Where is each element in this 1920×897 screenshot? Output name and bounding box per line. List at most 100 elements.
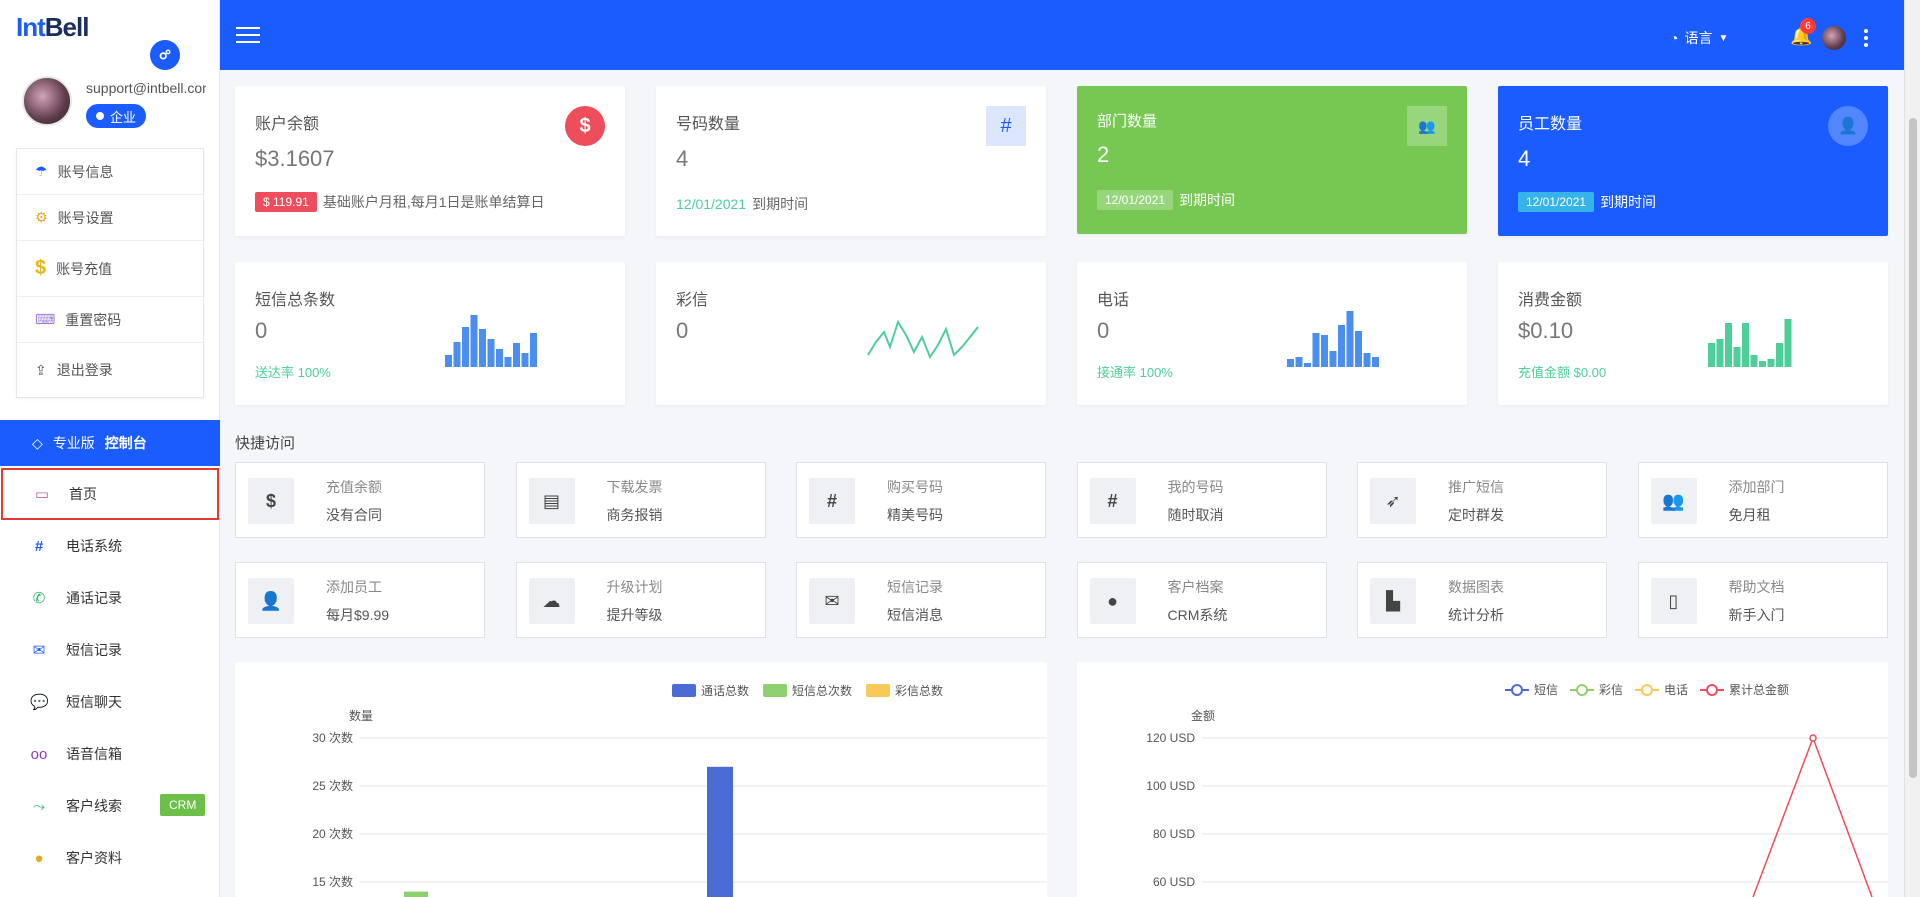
quick-access-sublabel: 提升等级 <box>606 607 663 623</box>
sparkline-bar <box>453 342 461 367</box>
nav-item-sms-chat[interactable]: 💬 短信聊天 <box>0 676 220 728</box>
invoice-icon: ▤ <box>528 478 575 524</box>
legend-marker <box>1641 684 1653 696</box>
quick-access-label: 数据图表 <box>1448 579 1504 595</box>
sparkline-bar <box>1321 335 1328 367</box>
more-options-icon[interactable] <box>1864 29 1868 47</box>
nav-item-home[interactable]: ▭ 首页 <box>1 468 219 520</box>
departments-card[interactable]: 部门数量 2 👥 12/01/2021 到期时间 <box>1077 86 1467 234</box>
quick-access-item[interactable]: ☁ 升级计划 提升等级 <box>515 562 766 638</box>
sparkline-bar <box>1295 357 1303 367</box>
dollar-icon: $ <box>248 478 294 524</box>
menu-account-info[interactable]: ☂ 账号信息 <box>17 149 203 195</box>
series-point[interactable] <box>1809 734 1817 742</box>
legend-label: 彩信总数 <box>895 683 943 698</box>
spend-card[interactable]: 消费金额 $0.10 充值金额 $0.00 <box>1498 262 1888 405</box>
diamond-icon: ◇ <box>32 434 43 451</box>
gears-icon: ⚙ <box>35 209 48 225</box>
nav-item-phone-system[interactable]: # 电话系统 <box>0 520 220 572</box>
menu-logout[interactable]: ⇪ 退出登录 <box>17 343 203 397</box>
page-scrollbar[interactable] <box>1904 0 1920 897</box>
y-tick-label: 25 次数 <box>312 778 353 793</box>
quick-access-label: 下载发票 <box>606 479 663 495</box>
quick-access-item[interactable]: 👤 添加员工 每月$9.99 <box>235 562 485 638</box>
logo[interactable]: IntBell <box>16 12 89 43</box>
sparkline-bar <box>445 355 452 367</box>
quick-access-item[interactable]: # 我的号码 随时取消 <box>1076 462 1327 538</box>
numbers-card[interactable]: 号码数量 4 # 12/01/2021 到期时间 <box>656 86 1046 236</box>
hamburger-menu-icon[interactable] <box>236 27 260 43</box>
sparkline-bar <box>1372 357 1379 367</box>
sidebar: IntBell support@intbell.com 企业 ☂ 账号信息 ⚙ … <box>0 0 220 897</box>
avatar[interactable] <box>22 76 72 126</box>
quick-access-item[interactable]: ● 客户档案 CRM系统 <box>1076 562 1327 638</box>
legend-swatch[interactable] <box>672 684 696 697</box>
sms-total-card[interactable]: 短信总条数 0 送达率 100% <box>235 262 625 405</box>
sparkline-bar <box>1716 339 1724 367</box>
quick-access-item[interactable]: $ 充值余额 没有合同 <box>235 462 485 538</box>
envelope-icon: ✉ <box>32 642 46 659</box>
voicemail-icon: oo <box>30 745 48 763</box>
mms-card[interactable]: 彩信 0 <box>656 262 1046 405</box>
user-avatar[interactable] <box>1822 26 1846 50</box>
language-selector[interactable]: ◔ 语言 ▼ <box>1670 28 1728 48</box>
globe-icon: ◔ <box>1670 30 1679 46</box>
sparkline-bar <box>1708 343 1715 367</box>
quick-access-item[interactable]: 👥 添加部门 免月租 <box>1637 462 1888 538</box>
quick-access-sublabel: 随时取消 <box>1167 507 1224 523</box>
legend-swatch[interactable] <box>866 684 890 697</box>
legend-marker <box>1511 684 1523 696</box>
chart-bar[interactable] <box>707 766 733 897</box>
cloud-icon: ☁ <box>528 578 575 624</box>
keyboard-icon: ⌨ <box>35 311 56 327</box>
nav-item-call-records[interactable]: ✆ 通话记录 <box>0 572 220 624</box>
phone-card[interactable]: 电话 0 接通率 100% <box>1077 262 1467 405</box>
quick-access-label: 推广短信 <box>1448 479 1504 495</box>
quick-access-item[interactable]: ✉ 短信记录 短信消息 <box>796 562 1046 638</box>
users-icon: 👥 <box>1650 478 1697 524</box>
menu-account-recharge[interactable]: $ 账号充值 <box>17 241 203 297</box>
badge-dot-icon <box>96 112 104 120</box>
legend-marker <box>1576 684 1588 696</box>
employees-card[interactable]: 员工数量 4 👤 12/01/2021 到期时间 <box>1498 86 1888 236</box>
y-tick-label: 120 USD <box>1146 731 1195 745</box>
menu-reset-password[interactable]: ⌨ 重置密码 <box>17 297 203 343</box>
quick-access-sublabel: 精美号码 <box>887 507 943 523</box>
quick-access-item[interactable]: ▤ 下载发票 商务报销 <box>515 462 766 538</box>
series-line[interactable] <box>1752 735 1873 897</box>
nav-item-sms-records[interactable]: ✉ 短信记录 <box>0 624 220 676</box>
quick-access-label: 我的号码 <box>1167 479 1224 495</box>
nav-item-voicemail[interactable]: oo 语音信箱 <box>0 728 220 780</box>
settings-gear-button[interactable] <box>150 40 180 70</box>
quick-access-item[interactable]: # 购买号码 精美号码 <box>796 462 1046 538</box>
quick-access-label: 添加部门 <box>1728 479 1785 495</box>
quick-access-item[interactable]: ➶ 推广短信 定时群发 <box>1357 462 1607 538</box>
bar-chart-icon: ▙ <box>1370 578 1416 624</box>
sparkline-bar <box>1750 355 1758 367</box>
sparkline-bar <box>1312 333 1320 367</box>
nav-item-customers[interactable]: ● 客户资料 <box>0 832 220 884</box>
y-axis-label: 金额 <box>1191 708 1215 723</box>
quick-access-sublabel: 短信消息 <box>887 607 943 623</box>
legend-label: 通话总数 <box>701 683 749 698</box>
quick-access-label: 购买号码 <box>887 479 943 495</box>
y-tick-label: 15 次数 <box>312 874 353 889</box>
nav-item-leads[interactable]: ⤳ 客户线索 CRM <box>0 780 220 832</box>
user-circle-icon: ● <box>34 849 44 867</box>
quick-access-item[interactable]: ▯ 帮助文档 新手入门 <box>1637 562 1888 638</box>
quick-access-item[interactable]: ▙ 数据图表统计分析 <box>1357 562 1607 638</box>
scrollbar-thumb[interactable] <box>1909 118 1917 778</box>
quick-access-sublabel: CRM系统 <box>1167 607 1228 623</box>
balance-card[interactable]: 账户余额 $3.1607 $ $ 119.91 基础账户月租,每月1日是账单结算… <box>235 86 625 236</box>
hash-icon: # <box>34 537 44 555</box>
account-menu: ☂ 账号信息 ⚙ 账号设置 $ 账号充值 ⌨ 重置密码 ⇪ 退出登录 <box>16 148 204 398</box>
sparkline-bar <box>1363 353 1371 367</box>
phone-icon: ✆ <box>32 590 46 607</box>
quick-access-sublabel: 统计分析 <box>1448 607 1504 623</box>
sparkline-bar <box>1355 331 1362 367</box>
menu-account-settings[interactable]: ⚙ 账号设置 <box>17 195 203 241</box>
legend-swatch[interactable] <box>763 684 787 697</box>
chart-bar[interactable] <box>404 891 428 897</box>
sparkline-bar <box>504 357 512 367</box>
notification-bell[interactable]: 🔔 6 <box>1790 18 1816 47</box>
